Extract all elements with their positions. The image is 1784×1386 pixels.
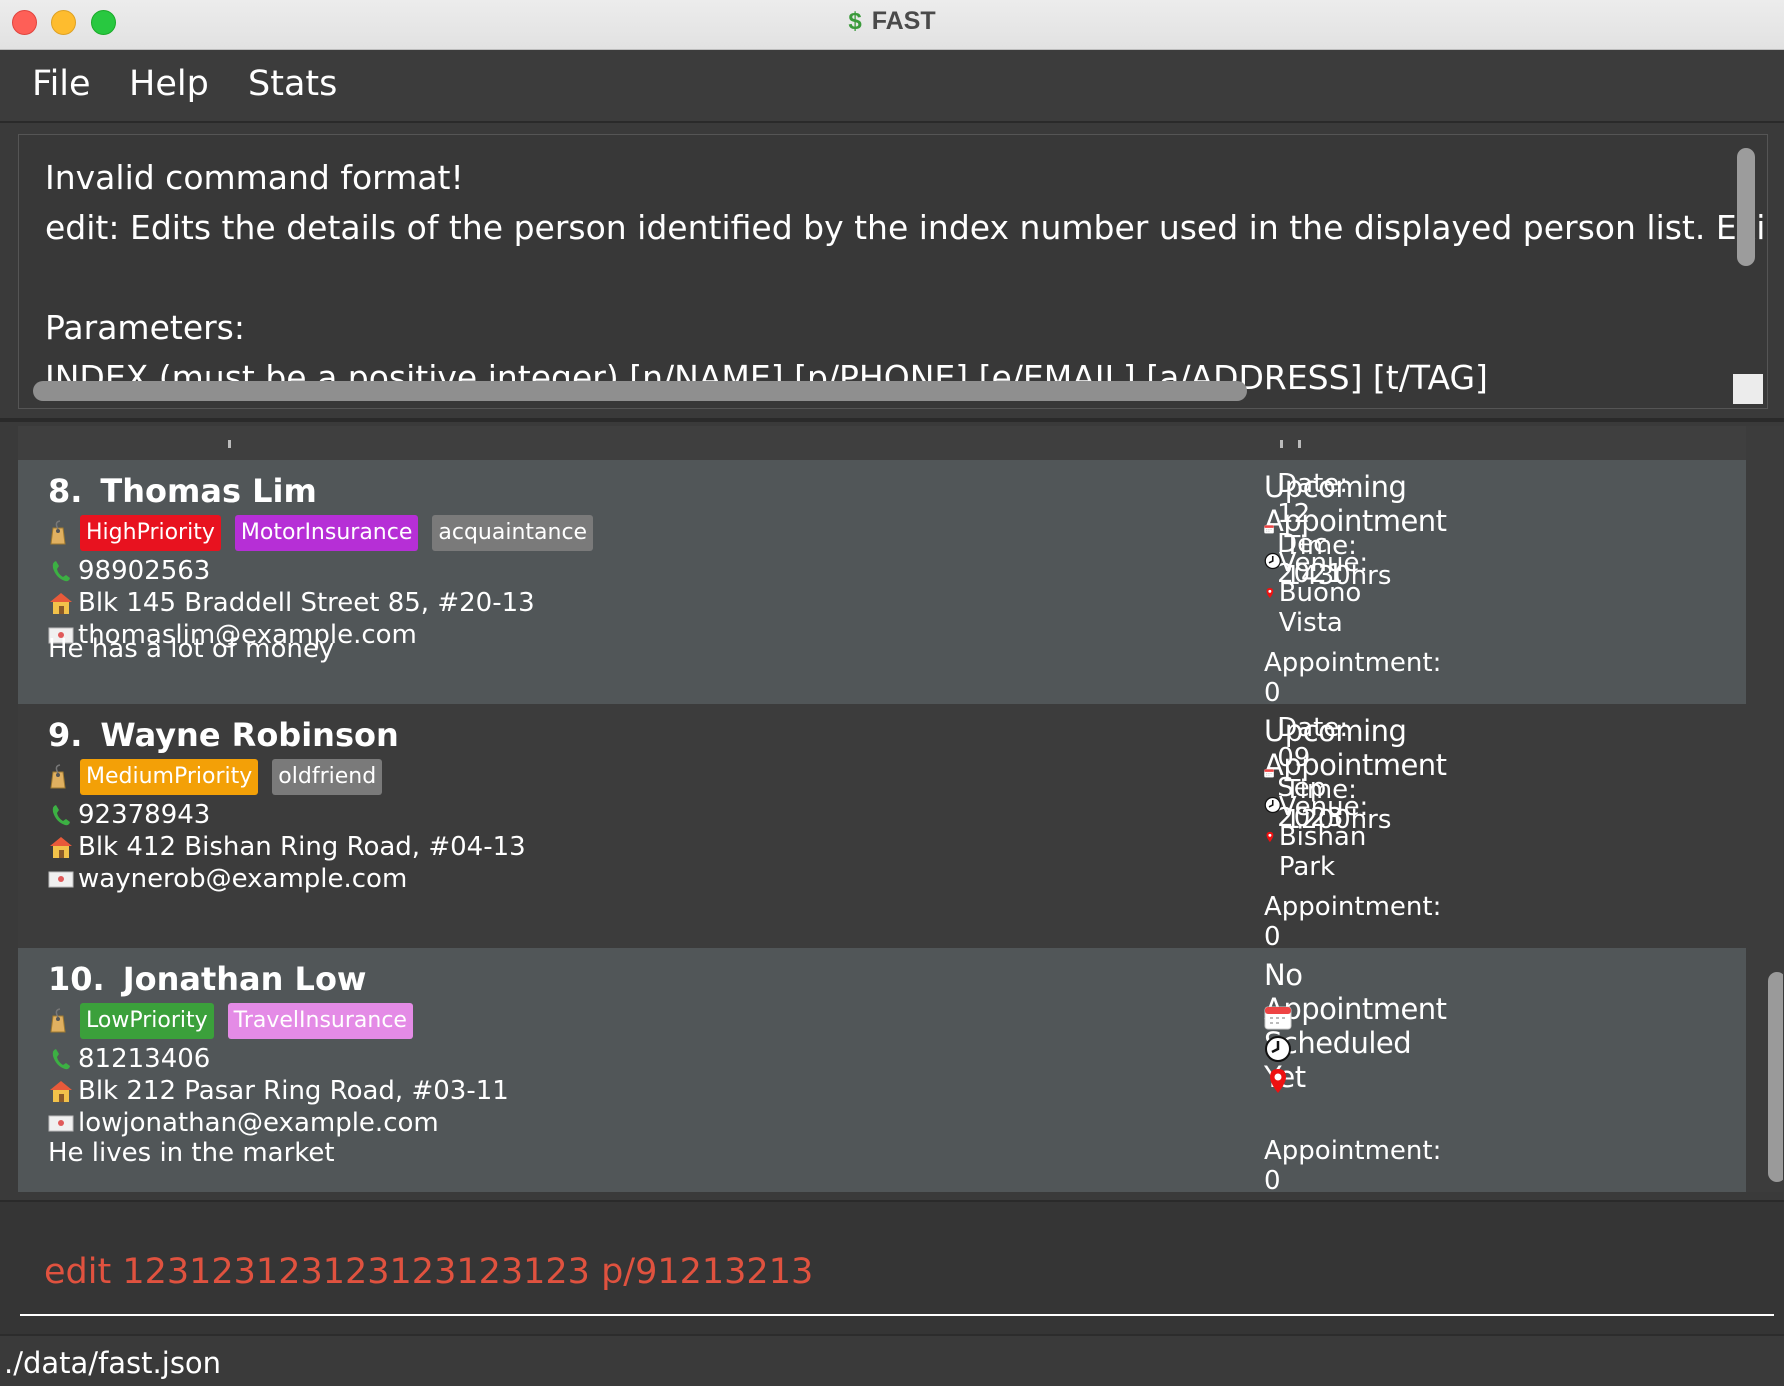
partial-list-item (18, 426, 1746, 460)
phone-field: 92378943 (48, 798, 210, 832)
appointment-venue-text: Venue: Buono Vista (1278, 548, 1369, 638)
window-title: $ FAST (0, 7, 1784, 36)
command-underline (20, 1314, 1774, 1316)
tag-icon (50, 520, 66, 545)
address-field: Blk 145 Braddell Street 85, #20-13 (48, 586, 535, 620)
tag-priority: LowPriority (80, 1003, 214, 1039)
result-horizontal-scrollbar[interactable] (33, 381, 1247, 401)
email-icon (48, 1115, 74, 1132)
location-pin-icon (1266, 831, 1274, 843)
menu-file[interactable]: File (32, 64, 91, 104)
address-text: Blk 412 Bishan Ring Road, #04-13 (78, 832, 526, 862)
email-icon (48, 871, 74, 888)
appointment-venue (1264, 1064, 1295, 1098)
title-bar: $ FAST (0, 0, 1784, 50)
appointment-date (1264, 1000, 1295, 1034)
tags-row: HighPriority MotorInsurance acquaintance (48, 514, 607, 552)
person-list-scrollbar[interactable] (1768, 972, 1783, 1182)
person-card[interactable]: 8. Thomas Lim HighPriority MotorInsurance… (18, 460, 1746, 708)
tag-priority: HighPriority (80, 515, 221, 551)
person-name: 10. Jonathan Low (48, 960, 366, 998)
appointment-count: Appointment: 0 (1264, 648, 1442, 708)
address-text: Blk 145 Braddell Street 85, #20-13 (78, 588, 535, 618)
command-input[interactable]: edit 123123123123123123123 p/91213213 (44, 1252, 813, 1292)
phone-icon (52, 1049, 70, 1070)
calendar-icon (1264, 525, 1274, 534)
person-name-text: Jonathan Low (122, 960, 367, 998)
person-index: 9. (48, 716, 83, 754)
phone-icon (52, 561, 70, 582)
person-card[interactable]: 9. Wayne Robinson MediumPriority oldfrien… (18, 704, 1746, 952)
window-title-text: FAST (871, 7, 936, 35)
appointment-venue-text: Venue: Bishan Park (1278, 792, 1369, 882)
tag-general: oldfriend (272, 759, 383, 795)
appointment-count: Appointment: 0 (1264, 1136, 1442, 1192)
phone-icon (52, 805, 70, 826)
phone-field: 81213406 (48, 1042, 210, 1076)
address-field: Blk 412 Bishan Ring Road, #04-13 (48, 830, 526, 864)
command-box: edit 123123123123123123123 p/91213213 (0, 1200, 1784, 1334)
email-text: waynerob@example.com (78, 864, 408, 894)
menu-bar: File Help Stats (0, 50, 1784, 123)
email-text: lowjonathan@example.com (78, 1108, 439, 1138)
person-name-text: Wayne Robinson (100, 716, 399, 754)
menu-stats[interactable]: Stats (248, 64, 337, 104)
tags-row: MediumPriority oldfriend (48, 758, 396, 796)
location-pin-icon (1270, 1069, 1286, 1093)
appointment-venue: Venue: Bishan Park (1264, 792, 1384, 882)
address-field: Blk 212 Pasar Ring Road, #03-11 (48, 1074, 509, 1108)
tags-row: LowPriority TravelInsurance (48, 1002, 427, 1040)
calendar-icon (1264, 1006, 1292, 1030)
scroll-corner (1733, 374, 1763, 404)
tag-insurance: TravelInsurance (227, 1003, 413, 1039)
menu-help[interactable]: Help (129, 64, 209, 104)
tag-insurance: MotorInsurance (234, 515, 419, 551)
tag-icon (50, 764, 66, 789)
person-name: 9. Wayne Robinson (48, 716, 399, 754)
remark-text: He lives in the market (48, 1138, 335, 1168)
remark-text: He has a lot of money (48, 634, 335, 664)
status-bar: ./data/fast.json (0, 1334, 1784, 1386)
email-field: waynerob@example.com (48, 862, 407, 896)
person-name: 8. Thomas Lim (48, 472, 317, 510)
phone-text: 92378943 (78, 800, 211, 830)
person-name-text: Thomas Lim (100, 472, 317, 510)
save-location-text: ./data/fast.json (4, 1346, 222, 1380)
house-icon (50, 837, 72, 858)
house-icon (50, 593, 72, 614)
dollar-icon: $ (848, 8, 862, 35)
clock-icon (1265, 1036, 1291, 1062)
result-display[interactable]: Invalid command format! edit: Edits the … (18, 134, 1768, 409)
tag-priority: MediumPriority (80, 759, 259, 795)
email-field: lowjonathan@example.com (48, 1106, 439, 1140)
person-index: 8. (48, 472, 83, 510)
phone-text: 81213406 (78, 1044, 211, 1074)
appointment-time (1264, 1032, 1295, 1066)
result-text: Invalid command format! edit: Edits the … (45, 158, 1767, 397)
app-window: $ FAST File Help Stats Invalid command fo… (0, 0, 1784, 1386)
location-pin-icon (1266, 587, 1274, 599)
appointment-venue: Venue: Buono Vista (1264, 548, 1384, 638)
person-card[interactable]: 10. Jonathan Low LowPriority TravelInsura… (18, 948, 1746, 1192)
split-divider[interactable] (0, 418, 1784, 422)
tag-general: acquaintance (432, 515, 594, 551)
person-index: 10. (48, 960, 105, 998)
calendar-icon (1264, 769, 1275, 778)
tag-icon (50, 1008, 66, 1033)
phone-field: 98902563 (48, 554, 210, 588)
phone-text: 98902563 (78, 556, 211, 586)
appointment-count: Appointment: 0 (1264, 892, 1442, 952)
result-vertical-scrollbar[interactable] (1737, 148, 1755, 266)
person-list[interactable]: 8. Thomas Lim HighPriority MotorInsurance… (18, 426, 1783, 1192)
house-icon (50, 1081, 72, 1102)
address-text: Blk 212 Pasar Ring Road, #03-11 (78, 1076, 509, 1106)
